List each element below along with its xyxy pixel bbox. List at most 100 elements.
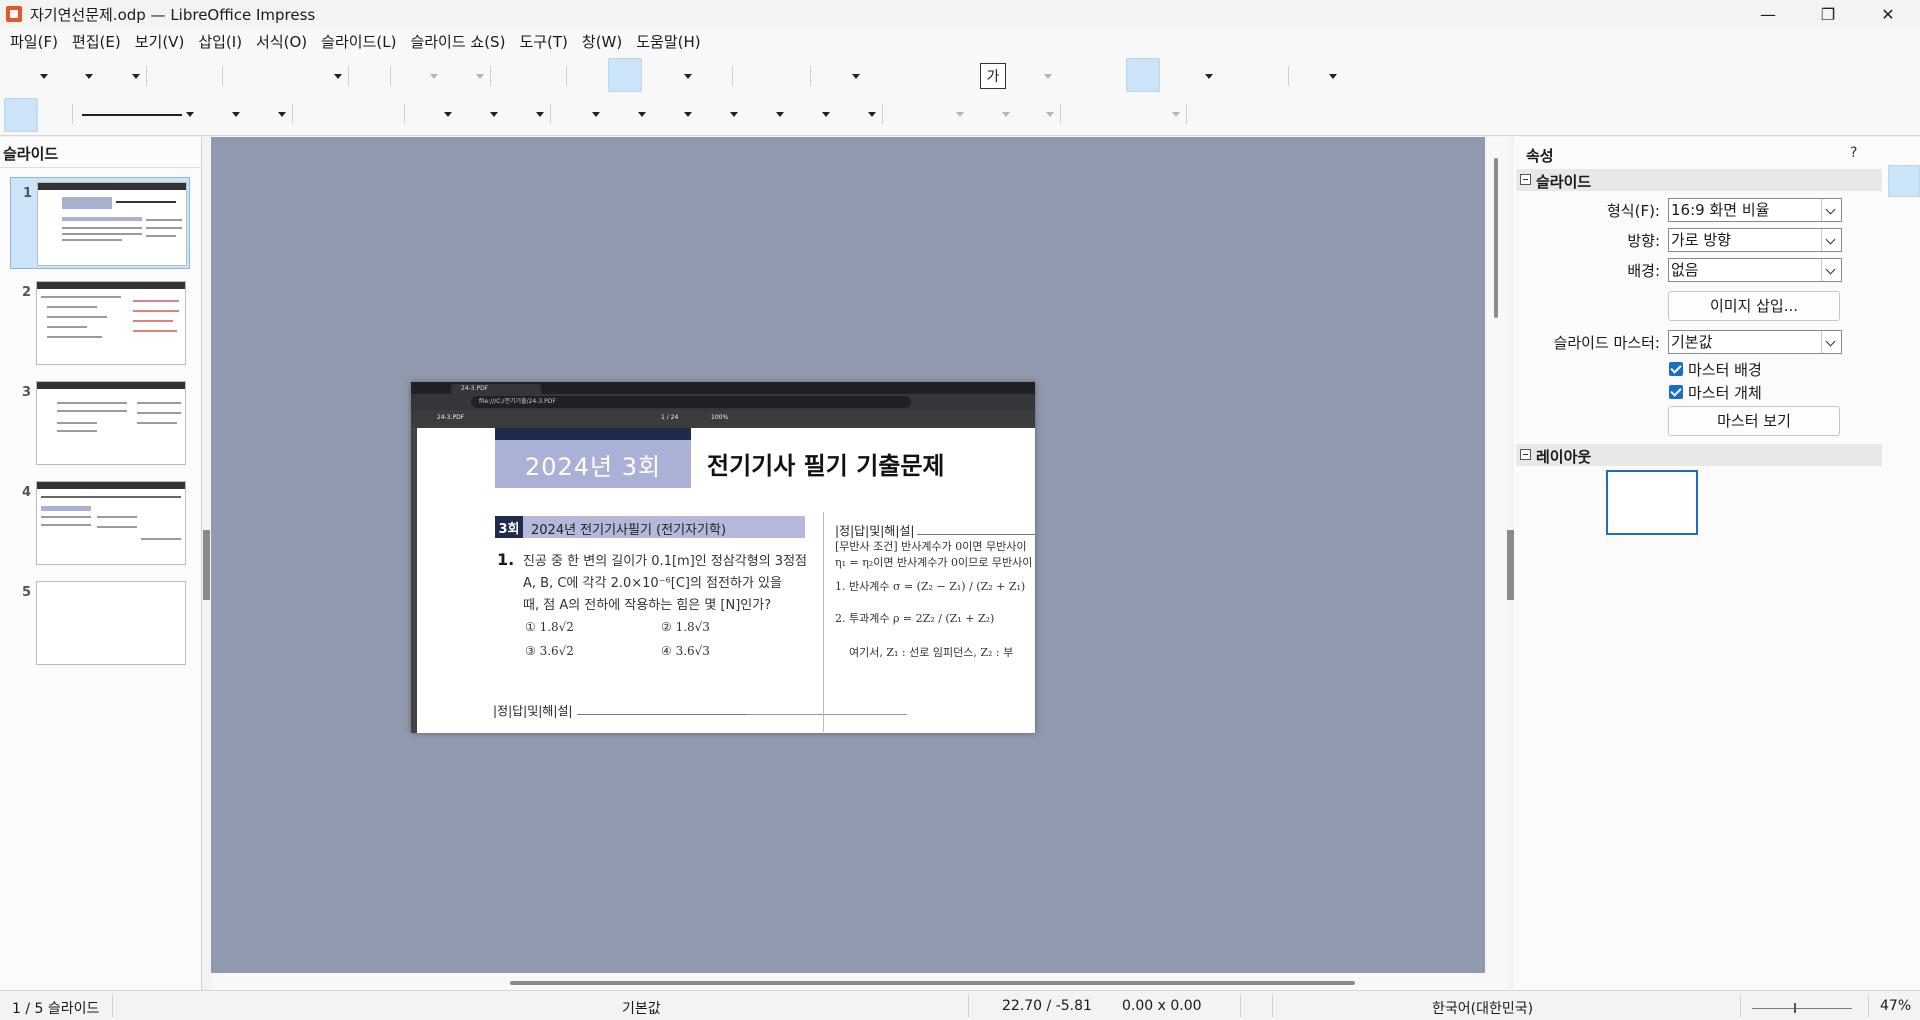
close-button[interactable]: ✕ xyxy=(1865,0,1911,28)
toolbar-dropdown-arrow[interactable] xyxy=(1329,74,1337,79)
orientation-value: 가로 방향 xyxy=(1671,231,1731,249)
toolbar-dropdown-arrow[interactable] xyxy=(334,74,342,79)
toolbar-dropdown-arrow[interactable] xyxy=(730,112,738,117)
explanation-line: [무반사 조건] 반사계수가 0이면 무반사이 xyxy=(835,540,1027,553)
help-button[interactable]: ? xyxy=(1850,145,1857,161)
status-separator xyxy=(1272,995,1273,1017)
toolbar-dropdown-arrow[interactable] xyxy=(490,112,498,117)
master-slide-name: 기본값 xyxy=(622,1001,661,1017)
slide-thumbnail-3[interactable]: 3 xyxy=(10,377,190,469)
toolbar-dropdown-arrow[interactable] xyxy=(684,74,692,79)
current-slide[interactable]: 24-3.PDF file:///C:/전기기출/24-3.PDF 24-3.P… xyxy=(411,382,1035,733)
chevron-down-icon[interactable] xyxy=(1821,331,1841,353)
toolbar-separator xyxy=(1288,66,1289,86)
menu-help[interactable]: 도움말(H) xyxy=(630,28,708,56)
toolbar-dropdown-arrow[interactable] xyxy=(232,112,240,117)
toolbar-dropdown-arrow[interactable] xyxy=(186,112,194,117)
insert-image-button[interactable]: 이미지 삽입... xyxy=(1668,291,1840,321)
status-separator xyxy=(1740,995,1741,1017)
toolbar-dropdown-arrow[interactable] xyxy=(638,112,646,117)
zoom-slider[interactable] xyxy=(1752,1008,1852,1009)
format-dropdown[interactable]: 16:9 화면 비율 xyxy=(1668,198,1842,222)
slide-number: 5 xyxy=(22,585,32,600)
status-bar: 1 / 5 슬라이드 기본값 22.70 / -5.81 0.00 x 0.00… xyxy=(0,990,1920,1020)
slide-workspace[interactable]: 24-3.PDF file:///C:/전기기출/24-3.PDF 24-3.P… xyxy=(211,137,1485,973)
properties-sidebar: 속성 ? 슬라이드 형식(F): 16:9 화면 비율 방향: 가로 방향 배경… xyxy=(1514,137,1920,990)
slide-thumbnail-4[interactable]: 4 xyxy=(10,477,190,569)
toolbar-dropdown-arrow[interactable] xyxy=(278,112,286,117)
menu-window[interactable]: 창(W) xyxy=(576,28,630,56)
toolbar-dropdown-arrow[interactable] xyxy=(776,112,784,117)
slide-thumbnail-2[interactable]: 2 xyxy=(10,277,190,369)
toolbar-dropdown-arrow[interactable] xyxy=(1172,112,1180,117)
toolbar-dropdown-arrow[interactable] xyxy=(868,112,876,117)
chevron-down-icon[interactable] xyxy=(1821,259,1841,281)
slide-thumbnail-5[interactable]: 5 xyxy=(10,577,190,669)
embedded-pdf-toolbar: 24-3.PDF 1 / 24 100% xyxy=(411,410,1035,428)
layout-section-header[interactable]: 레이아웃 xyxy=(1516,444,1882,466)
toolbar-dropdown-arrow[interactable] xyxy=(1046,112,1054,117)
slide-number: 3 xyxy=(22,385,32,400)
properties-deck-button[interactable] xyxy=(1888,165,1920,197)
menu-file[interactable]: 파일(F) xyxy=(4,28,66,56)
language[interactable]: 한국어(대한민국) xyxy=(1432,998,1533,1018)
menu-slide[interactable]: 슬라이드(L) xyxy=(315,28,404,56)
maximize-button[interactable]: ❐ xyxy=(1805,0,1851,28)
slide-preview xyxy=(36,481,186,565)
slide-pane-collapse-handle[interactable] xyxy=(203,530,210,600)
active-toolbar-button[interactable] xyxy=(1126,58,1160,92)
master-view-button[interactable]: 마스터 보기 xyxy=(1668,406,1840,436)
zoom-percentage[interactable]: 47% xyxy=(1880,998,1911,1014)
menu-format[interactable]: 서식(O) xyxy=(250,28,315,56)
line-style-preview[interactable] xyxy=(82,114,182,116)
sidebar-collapse-handle[interactable] xyxy=(1507,530,1514,600)
toolbar-dropdown-arrow[interactable] xyxy=(592,112,600,117)
toolbar-dropdown-arrow[interactable] xyxy=(476,74,484,79)
slide-preview xyxy=(36,581,186,665)
toolbar-dropdown-arrow[interactable] xyxy=(1205,74,1213,79)
slide-thumbnail-1[interactable]: 1 xyxy=(10,177,190,269)
master-objects-checkbox[interactable] xyxy=(1669,385,1683,399)
toolbar-dropdown-arrow[interactable] xyxy=(430,74,438,79)
master-slide-dropdown[interactable]: 기본값 xyxy=(1668,330,1842,354)
toolbar-dropdown-arrow[interactable] xyxy=(40,74,48,79)
layout-blank-thumbnail[interactable] xyxy=(1606,470,1698,535)
toolbar-dropdown-arrow[interactable] xyxy=(1044,74,1052,79)
active-toolbar-button[interactable] xyxy=(608,58,642,92)
slide-number: 4 xyxy=(22,485,32,500)
menu-slideshow[interactable]: 슬라이드 쇼(S) xyxy=(404,28,513,56)
toolbar-separator xyxy=(566,66,567,86)
toolbar-dropdown-arrow[interactable] xyxy=(956,112,964,117)
vertical-scrollbar-thumb[interactable] xyxy=(1494,158,1498,318)
toolbar-dropdown-arrow[interactable] xyxy=(444,112,452,117)
collapse-icon[interactable] xyxy=(1520,174,1531,185)
toolbar-separator xyxy=(732,66,733,86)
zoom-slider-knob[interactable] xyxy=(1794,1003,1796,1013)
toolbar-dropdown-arrow[interactable] xyxy=(132,74,140,79)
menu-view[interactable]: 보기(V) xyxy=(129,28,193,56)
section-title: 2024년 전기기사필기 (전기자기학) xyxy=(531,523,727,538)
chevron-down-icon[interactable] xyxy=(1821,229,1841,251)
toolbar-dropdown-arrow[interactable] xyxy=(85,74,93,79)
background-dropdown[interactable]: 없음 xyxy=(1668,258,1842,282)
toolbar-dropdown-arrow[interactable] xyxy=(852,74,860,79)
status-separator xyxy=(1868,995,1869,1017)
collapse-icon[interactable] xyxy=(1520,449,1531,460)
horizontal-scrollbar-thumb[interactable] xyxy=(510,981,1355,985)
chevron-down-icon[interactable] xyxy=(1821,199,1841,221)
minimize-button[interactable]: — xyxy=(1745,0,1791,28)
menu-tools[interactable]: 도구(T) xyxy=(513,28,575,56)
fontwork-icon[interactable]: 가 xyxy=(980,63,1006,89)
slide-section-header[interactable]: 슬라이드 xyxy=(1516,169,1882,191)
master-background-checkbox[interactable] xyxy=(1669,362,1683,376)
toolbar-dropdown-arrow[interactable] xyxy=(1002,112,1010,117)
active-toolbar-button[interactable] xyxy=(4,98,38,132)
toolbar-separator xyxy=(1186,104,1187,124)
toolbar-dropdown-arrow[interactable] xyxy=(536,112,544,117)
menu-edit[interactable]: 편집(E) xyxy=(66,28,129,56)
menu-insert[interactable]: 삽입(I) xyxy=(192,28,250,56)
toolbar-dropdown-arrow[interactable] xyxy=(684,112,692,117)
orientation-dropdown[interactable]: 가로 방향 xyxy=(1668,228,1842,252)
divider xyxy=(917,534,1035,535)
toolbar-dropdown-arrow[interactable] xyxy=(822,112,830,117)
